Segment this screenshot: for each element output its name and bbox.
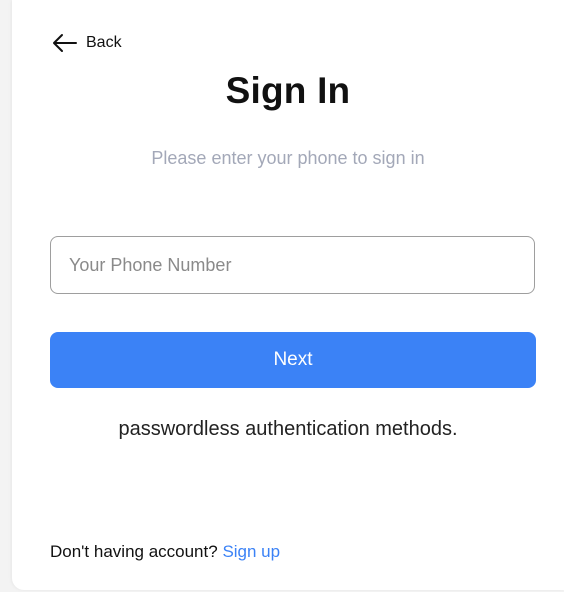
sign-in-card: Back Sign In Please enter your phone to …: [12, 0, 564, 590]
signup-prompt: Don't having account? Sign up: [50, 542, 280, 562]
back-button[interactable]: Back: [52, 33, 122, 53]
signup-link[interactable]: Sign up: [222, 542, 280, 561]
page-title: Sign In: [225, 70, 351, 111]
passwordless-text: passwordless authentication methods.: [118, 418, 458, 440]
signup-prompt-text: Don't having account?: [50, 542, 218, 561]
page-subtitle: Please enter your phone to sign in: [151, 148, 425, 168]
arrow-left-icon: [52, 33, 78, 53]
next-button[interactable]: Next: [50, 332, 536, 388]
back-label: Back: [86, 34, 122, 51]
phone-number-input[interactable]: [50, 236, 535, 294]
